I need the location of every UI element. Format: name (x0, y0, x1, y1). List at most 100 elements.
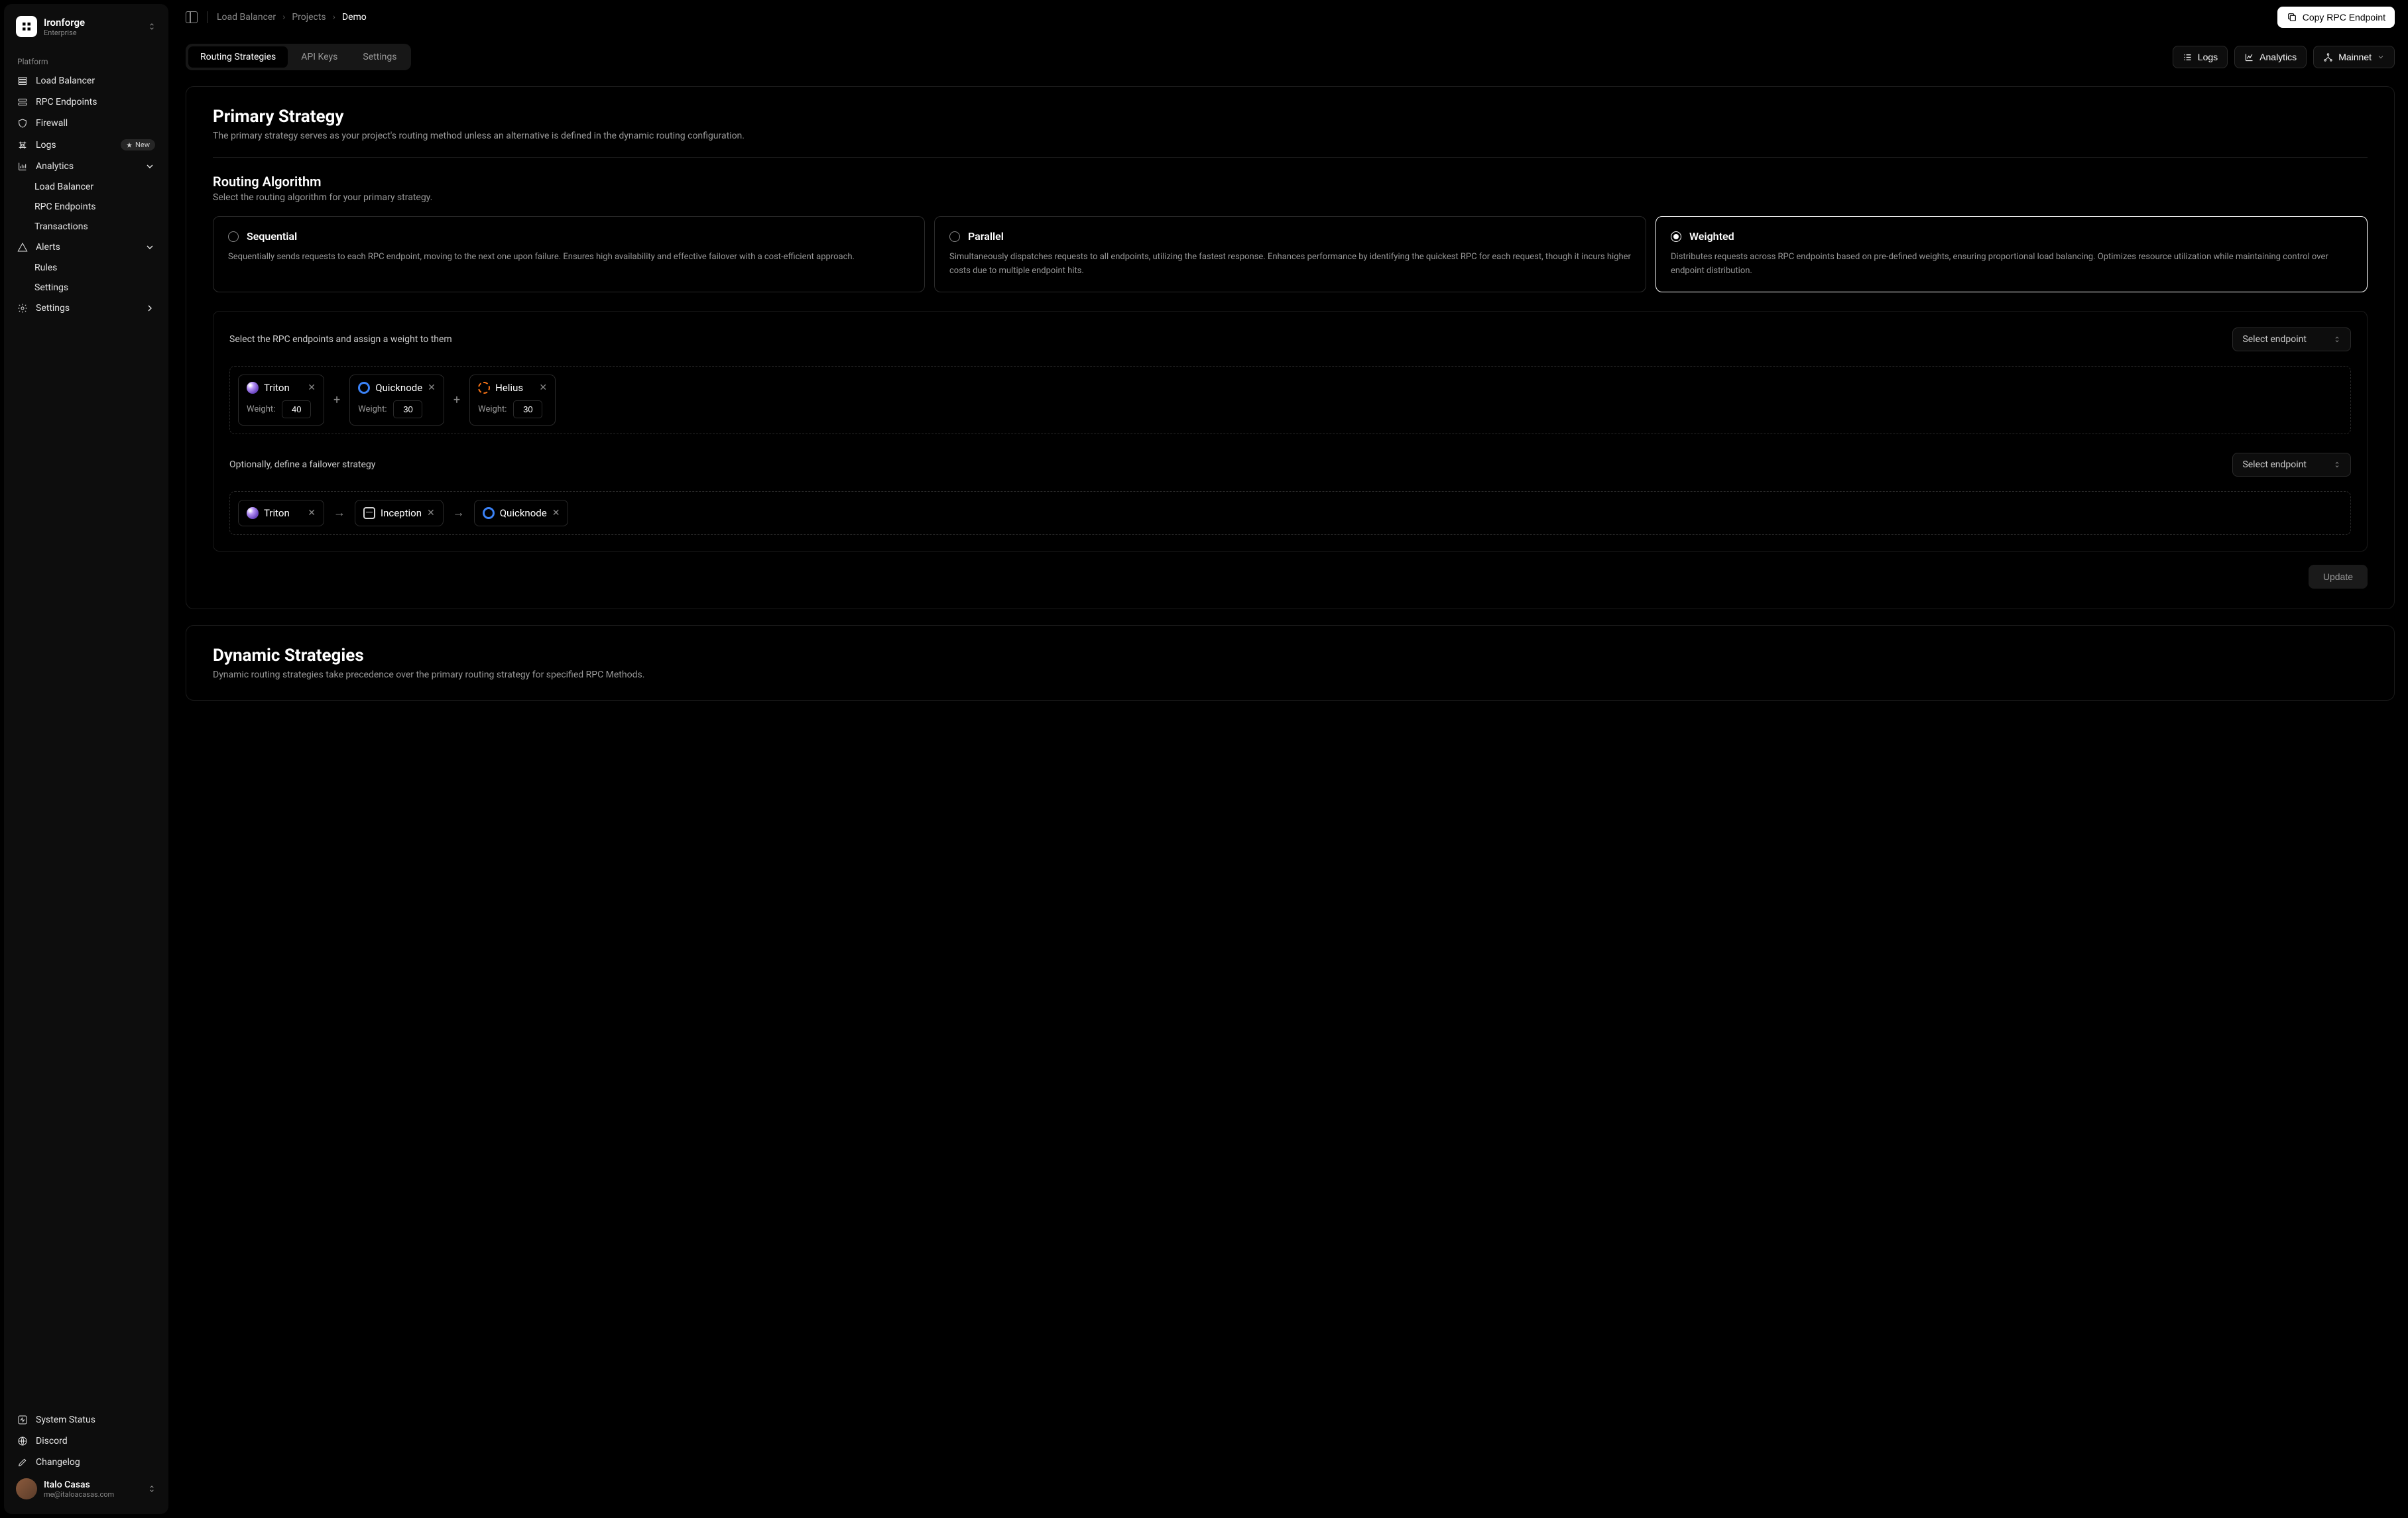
crumb[interactable]: Projects (292, 12, 326, 23)
select-endpoint[interactable]: Select endpoint (2232, 327, 2351, 351)
section-title: Routing Algorithm (213, 174, 2368, 190)
button-label: Analytics (2259, 52, 2297, 62)
failover-row: Triton ✕ → Inception ✕ → (229, 491, 2351, 535)
divider (207, 11, 208, 23)
crumb[interactable]: Load Balancer (217, 12, 276, 23)
endpoint-chip-helius: Helius ✕ Weight: (469, 375, 556, 426)
sidebar-item-firewall[interactable]: Firewall (11, 113, 162, 134)
weight-input[interactable] (513, 400, 542, 418)
weight-input[interactable] (282, 400, 311, 418)
triton-icon (247, 382, 259, 394)
activity-icon (17, 1415, 28, 1425)
logs-button[interactable]: Logs (2173, 46, 2228, 68)
algo-sequential[interactable]: Sequential Sequentially sends requests t… (213, 216, 925, 292)
chart-icon (2244, 52, 2254, 62)
endpoints-icon (17, 97, 28, 107)
remove-chip-button[interactable]: ✕ (428, 382, 436, 393)
button-label: Mainnet (2338, 52, 2372, 62)
network-icon (2323, 52, 2333, 62)
quicknode-icon (483, 507, 495, 519)
sidebar-item-rpc-endpoints[interactable]: RPC Endpoints (11, 91, 162, 113)
sidebar-item-label: Changelog (36, 1457, 155, 1468)
tabs-row: Routing Strategies API Keys Settings Log… (186, 44, 2395, 70)
sidebar-sub-analytics-rpc[interactable]: RPC Endpoints (11, 197, 162, 217)
chevron-right-icon (145, 303, 155, 314)
user-menu[interactable]: Italo Casas me@italoacasas.com (11, 1473, 162, 1505)
sidebar-item-load-balancer[interactable]: Load Balancer (11, 70, 162, 91)
divider (213, 157, 2368, 158)
sidebar-sub-alerts-rules[interactable]: Rules (11, 258, 162, 278)
sidebar-item-label: Load Balancer (36, 76, 155, 86)
select-failover-endpoint[interactable]: Select endpoint (2232, 453, 2351, 477)
load-balancer-icon (17, 76, 28, 86)
endpoint-chip-triton: Triton ✕ Weight: (238, 375, 324, 426)
endpoint-row: Triton ✕ Weight: + Quicknode ✕ (229, 366, 2351, 434)
radio-off (949, 231, 960, 242)
chevron-down-icon (145, 242, 155, 253)
sidebar-item-analytics[interactable]: Analytics (11, 156, 162, 177)
helius-icon (478, 382, 490, 394)
sidebar-item-system-status[interactable]: System Status (11, 1409, 162, 1430)
chevron-up-down-icon (2333, 335, 2341, 343)
chip-name: Quicknode (500, 507, 547, 519)
sidebar-item-label: Firewall (36, 118, 155, 129)
analytics-button[interactable]: Analytics (2234, 46, 2307, 68)
brand-switcher[interactable]: Ironforge Enterprise (11, 13, 162, 40)
endpoints-label: Select the RPC endpoints and assign a we… (229, 334, 452, 345)
sidebar-sub-alerts-settings[interactable]: Settings (11, 278, 162, 298)
failover-label: Optionally, define a failover strategy (229, 459, 375, 470)
sidebar-item-label: Alerts (36, 242, 137, 253)
section-label-platform: Platform (11, 52, 162, 70)
chip-name: Triton (264, 382, 302, 394)
sidebar-sub-analytics-lb[interactable]: Load Balancer (11, 177, 162, 197)
sidebar-item-settings[interactable]: Settings (11, 298, 162, 319)
algo-name: Sequential (247, 230, 297, 243)
remove-chip-button[interactable]: ✕ (308, 382, 316, 393)
tabs: Routing Strategies API Keys Settings (186, 44, 411, 70)
remove-chip-button[interactable]: ✕ (552, 508, 560, 518)
chevron-up-down-icon (2333, 461, 2341, 469)
plus-icon: + (331, 393, 343, 407)
algo-name: Parallel (968, 230, 1004, 243)
logs-icon (17, 140, 28, 150)
avatar (16, 1478, 37, 1499)
remove-chip-button[interactable]: ✕ (539, 382, 547, 393)
sidebar-toggle[interactable] (186, 11, 198, 23)
sidebar-item-changelog[interactable]: Changelog (11, 1452, 162, 1473)
algo-weighted[interactable]: Weighted Distributes requests across RPC… (1656, 216, 2368, 292)
chevron-right-icon: › (333, 12, 335, 23)
sidebar-item-discord[interactable]: Discord (11, 1430, 162, 1452)
sidebar-item-label: Logs (36, 140, 113, 150)
algo-parallel[interactable]: Parallel Simultaneously dispatches reque… (934, 216, 1646, 292)
remove-chip-button[interactable]: ✕ (308, 508, 316, 518)
algo-desc: Simultaneously dispatches requests to al… (949, 251, 1631, 278)
weight-label: Weight: (478, 404, 507, 414)
plus-icon: + (451, 393, 463, 407)
card-subtitle: Dynamic routing strategies take preceden… (213, 670, 2368, 680)
action-row: Logs Analytics Mainnet (2173, 46, 2395, 68)
sidebar-sub-analytics-tx[interactable]: Transactions (11, 217, 162, 237)
card-title: Primary Strategy (213, 107, 2368, 127)
card-title: Dynamic Strategies (213, 646, 2368, 666)
weight-input[interactable] (393, 400, 422, 418)
weight-section: Select the RPC endpoints and assign a we… (213, 311, 2368, 552)
remove-chip-button[interactable]: ✕ (427, 508, 435, 518)
shield-icon (17, 118, 28, 129)
radio-on (1671, 231, 1681, 242)
crumb-active[interactable]: Demo (342, 12, 367, 23)
user-email: me@italoacasas.com (44, 1490, 141, 1499)
chevron-up-down-icon (147, 1484, 156, 1493)
sidebar-item-alerts[interactable]: Alerts (11, 237, 162, 258)
failover-chip-inception: Inception ✕ (355, 500, 444, 526)
sidebar-item-label: Analytics (36, 161, 137, 172)
tab-routing-strategies[interactable]: Routing Strategies (188, 46, 288, 68)
network-selector[interactable]: Mainnet (2313, 46, 2395, 68)
tab-settings[interactable]: Settings (351, 46, 408, 68)
endpoint-chip-quicknode: Quicknode ✕ Weight: (349, 375, 444, 426)
sidebar-item-logs[interactable]: Logs New (11, 134, 162, 156)
sidebar-item-label: Settings (36, 303, 137, 314)
tab-api-keys[interactable]: API Keys (289, 46, 349, 68)
copy-rpc-endpoint-button[interactable]: Copy RPC Endpoint (2277, 7, 2395, 28)
chip-name: Triton (264, 507, 302, 519)
update-button[interactable]: Update (2309, 565, 2368, 589)
